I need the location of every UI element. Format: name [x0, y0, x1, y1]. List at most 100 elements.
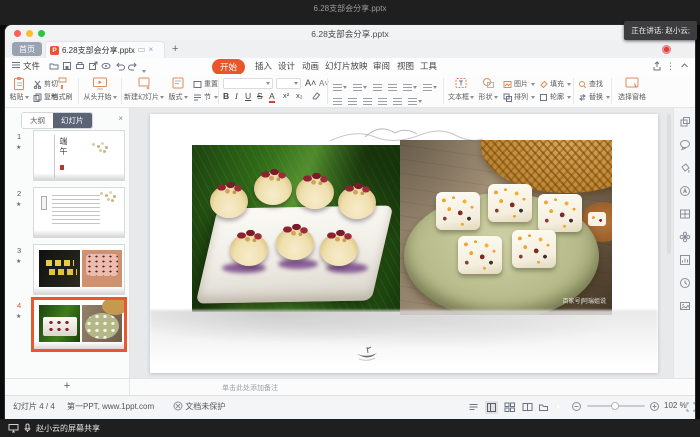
grow-font-button[interactable]: A˄ [305, 78, 316, 88]
zoom-percent[interactable]: 102 % [664, 401, 687, 410]
slide1-thumbnail[interactable]: 端午 [33, 130, 125, 181]
menu-tools[interactable]: 工具 [420, 60, 437, 72]
undo-icon[interactable] [115, 61, 125, 71]
tab-slides[interactable]: 幻灯片 [53, 113, 92, 128]
history-clock-icon[interactable] [679, 277, 691, 289]
slide4-thumbnail-selected[interactable] [33, 299, 125, 350]
hamburger-icon[interactable] [12, 62, 20, 68]
font-size-select[interactable] [276, 78, 301, 89]
preview-icon[interactable] [101, 61, 111, 71]
zoom-slider[interactable] [587, 405, 645, 407]
chart-panel-icon[interactable] [679, 254, 691, 266]
layout-caret-icon [184, 96, 188, 99]
section-button[interactable]: 节 [193, 92, 218, 102]
food-photo-rice-cakes[interactable] [192, 145, 400, 312]
object-layers-icon[interactable] [679, 116, 691, 128]
picture-button[interactable]: 图片 [503, 79, 535, 89]
style-a-icon[interactable] [679, 185, 691, 197]
from-start-button[interactable]: 从头开始 [82, 76, 118, 102]
comment-bubble-icon[interactable]: ▭ [138, 46, 146, 54]
protection-status[interactable]: 文档未保护 [173, 401, 225, 412]
menu-insert[interactable]: 插入 [255, 60, 272, 72]
home-tab[interactable]: 首页 [12, 42, 42, 56]
document-tab[interactable]: P 6.28支部会分享.pptx ▭ × [45, 41, 165, 58]
textbox-caret-icon [470, 96, 474, 99]
new-tab-button[interactable]: + [172, 43, 178, 55]
arrange-button[interactable]: 排列 [503, 92, 535, 102]
slide-canvas[interactable]: 百家号|阿瑞姐说 [150, 114, 658, 373]
format-painter-button[interactable]: 格式刷 [49, 76, 75, 102]
arrange-label: 排列 [514, 92, 528, 102]
layout-button[interactable]: 版式 [165, 76, 191, 102]
menu-file[interactable]: 文件 [23, 60, 40, 72]
menu-animation[interactable]: 动画 [302, 60, 319, 72]
reading-view-icon[interactable] [522, 402, 533, 412]
menu-slideshow[interactable]: 幻灯片放映 [325, 60, 368, 72]
slide3-thumbnail[interactable] [33, 244, 125, 295]
fullscreen-icon[interactable] [686, 402, 695, 412]
fill-bucket-icon[interactable] [679, 162, 691, 174]
zoom-out-icon[interactable] [571, 401, 582, 412]
add-slide-button[interactable]: + [5, 379, 130, 396]
fill-button[interactable]: 填充 [539, 79, 571, 89]
export-icon[interactable] [88, 61, 98, 71]
food-photo-osmanthus-cubes[interactable]: 百家号|阿瑞姐说 [400, 140, 612, 315]
replace-button[interactable]: 替换 [578, 92, 610, 102]
slide2-thumbnail[interactable] [33, 187, 125, 238]
selection-pane-button[interactable]: 选择窗格 [615, 76, 649, 102]
slide-sorter-icon[interactable] [504, 402, 515, 412]
print-icon[interactable] [75, 61, 85, 71]
outline-button[interactable]: 轮廓 [539, 92, 571, 102]
new-slide-button[interactable]: 新建幻灯片 [124, 76, 164, 102]
italic-button[interactable]: I [235, 91, 238, 101]
open-icon[interactable] [49, 61, 59, 71]
clear-format-button[interactable] [310, 91, 320, 100]
menu-start[interactable]: 开始 [212, 59, 245, 75]
share-doc-icon[interactable] [652, 61, 662, 71]
font-family-select[interactable] [223, 78, 273, 89]
flower-design-icon[interactable] [679, 231, 691, 243]
textbox-button[interactable]: 文本框 [447, 76, 475, 102]
bold-button[interactable]: B [223, 91, 229, 101]
reset-button[interactable]: 重置 [193, 79, 218, 89]
comment-cloud-icon[interactable] [679, 139, 691, 151]
strikethrough-button[interactable]: S [257, 91, 263, 101]
superscript-button[interactable]: x² [283, 91, 289, 100]
menu-view[interactable]: 视图 [397, 60, 414, 72]
text-direction-button[interactable] [423, 79, 437, 97]
boat-ink-deco [355, 346, 379, 362]
redo-icon[interactable] [128, 61, 138, 71]
panel-close-icon[interactable]: × [118, 114, 123, 123]
find-button[interactable]: 查找 [578, 79, 603, 89]
subscript-button[interactable]: x₂ [296, 91, 303, 100]
font-size-caret-icon [294, 82, 298, 85]
menu-design[interactable]: 设计 [278, 60, 295, 72]
collapse-ribbon-icon[interactable] [680, 61, 689, 70]
picture-label: 图片 [514, 79, 528, 89]
more-menu-icon[interactable]: ⋮ [666, 61, 675, 72]
normal-view-icon[interactable] [485, 401, 498, 414]
zoom-in-icon[interactable] [649, 401, 660, 412]
menu-review[interactable]: 审阅 [373, 60, 390, 72]
more-quick-icon[interactable] [141, 63, 151, 73]
close-tab-icon[interactable]: × [148, 46, 153, 54]
meeting-status-icon[interactable] [662, 45, 671, 54]
paste-button[interactable]: 粘贴 [7, 76, 31, 102]
zoom-slider-knob[interactable] [611, 402, 619, 410]
shapes-button[interactable]: 形状 [476, 76, 500, 102]
handout-icon[interactable] [538, 402, 549, 412]
shapes-label: 形状 [479, 94, 493, 101]
vertical-scrollbar[interactable] [667, 114, 671, 254]
table-grid-icon[interactable] [679, 208, 691, 220]
save-icon[interactable] [62, 61, 72, 71]
notes-placeholder[interactable]: 单击此处添加备注 [222, 383, 278, 393]
slide4-number: 4 [17, 301, 21, 310]
image-panel-icon[interactable] [679, 300, 691, 312]
textbox-icon [454, 76, 469, 91]
underline-button[interactable]: U [245, 91, 251, 101]
font-color-button[interactable]: A [269, 91, 275, 103]
tab-outline[interactable]: 大纲 [22, 113, 53, 128]
notes-toggle-icon[interactable] [468, 402, 479, 412]
cut-icon [33, 80, 42, 89]
reset-icon [193, 80, 202, 89]
